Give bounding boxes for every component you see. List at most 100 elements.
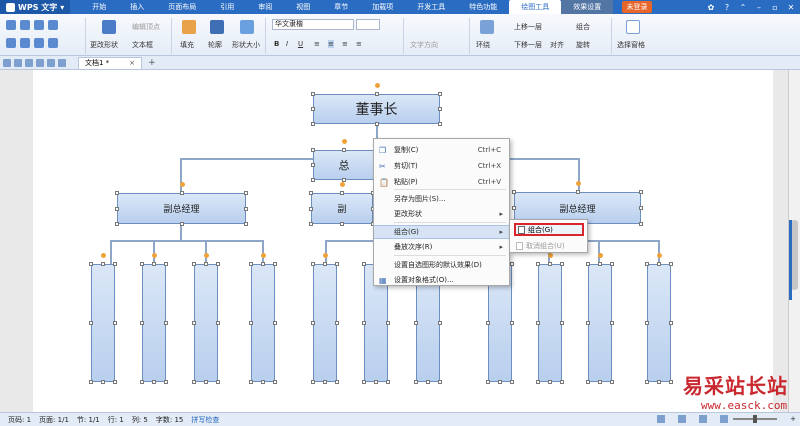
resize-handle[interactable] [340,191,344,195]
shapes-gallery[interactable] [4,18,86,54]
resize-handle[interactable] [204,262,208,266]
resize-handle[interactable] [438,92,442,96]
resize-handle[interactable] [560,262,564,266]
resize-handle[interactable] [598,262,602,266]
rotate-handle[interactable] [374,83,380,88]
curve-shape-icon[interactable] [48,20,58,30]
spell-check-button[interactable]: 拼写检查 [191,415,219,425]
resize-handle[interactable] [179,222,184,226]
rotate-handle[interactable] [575,181,581,186]
resize-handle[interactable] [486,321,490,325]
rotate-handle[interactable] [548,253,553,258]
shape-size-button[interactable]: 形状大小 [232,40,260,50]
resize-handle[interactable] [645,321,649,325]
resize-handle[interactable] [113,262,117,266]
resize-handle[interactable] [101,380,105,384]
resize-handle[interactable] [374,380,378,384]
fill-button[interactable]: 填充 [180,40,194,50]
text-direction-button[interactable]: 文字方向 [410,40,438,50]
resize-handle[interactable] [89,380,93,384]
resize-handle[interactable] [639,222,643,226]
resize-handle[interactable] [89,321,93,325]
resize-handle[interactable] [311,163,315,167]
resize-handle[interactable] [362,262,366,266]
resize-handle[interactable] [309,222,313,226]
context-menu-item[interactable]: 设置自选图形的默认效果(D) [374,258,509,272]
rotate-button[interactable]: 旋转 [576,40,590,50]
restore-icon[interactable]: ▫ [770,3,780,12]
vp-box-left[interactable]: 副总经理 [117,193,246,224]
menu-tab-8[interactable]: 开发工具 [405,0,457,14]
zoom-knob[interactable] [753,415,758,423]
resize-handle[interactable] [273,321,277,325]
resize-handle[interactable] [115,191,119,195]
resize-handle[interactable] [261,380,265,384]
resize-handle[interactable] [261,262,265,266]
menu-tab-1[interactable]: 插入 [118,0,156,14]
resize-handle[interactable] [669,321,673,325]
rotate-handle[interactable] [261,253,266,258]
resize-handle[interactable] [639,206,643,210]
resize-handle[interactable] [164,321,168,325]
resize-handle[interactable] [249,321,253,325]
redo-icon[interactable] [58,58,66,67]
rotate-handle[interactable] [342,139,347,144]
resize-handle[interactable] [113,321,117,325]
resize-handle[interactable] [374,122,379,126]
align-button[interactable]: 对齐 [550,40,564,50]
resize-handle[interactable] [669,380,673,384]
resize-handle[interactable] [204,380,208,384]
underline-icon[interactable]: U [298,40,303,48]
resize-handle[interactable] [192,321,196,325]
department-box[interactable] [647,264,671,382]
context-menu-item[interactable]: 更改形状 ▸ [374,207,509,221]
justify-icon[interactable]: ≡ [356,40,362,48]
submenu-ungroup-item[interactable]: 取消组合(U) [514,239,584,252]
resize-handle[interactable] [536,262,540,266]
close-icon[interactable]: ✕ [786,3,796,12]
resize-handle[interactable] [152,262,156,266]
document-tab[interactable]: 文档1 * × [78,56,143,69]
department-box[interactable] [251,264,275,382]
resize-handle[interactable] [586,380,590,384]
resize-handle[interactable] [645,380,649,384]
resize-handle[interactable] [342,148,346,152]
resize-handle[interactable] [610,262,614,266]
resize-handle[interactable] [244,222,248,226]
resize-handle[interactable] [164,262,168,266]
outline-button[interactable]: 轮廓 [208,40,222,50]
resize-handle[interactable] [311,122,315,126]
resize-handle[interactable] [610,380,614,384]
vertical-scrollbar[interactable] [788,70,800,412]
resize-handle[interactable] [426,380,430,384]
text-box-button[interactable]: 文本框 [132,40,153,50]
resize-handle[interactable] [249,262,253,266]
resize-handle[interactable] [309,206,313,211]
rotate-handle[interactable] [340,182,345,187]
menu-tab-5[interactable]: 视图 [284,0,322,14]
resize-handle[interactable] [273,262,277,266]
resize-handle[interactable] [244,206,248,211]
resize-handle[interactable] [669,262,673,266]
resize-handle[interactable] [335,380,339,384]
close-tab-icon[interactable]: × [129,59,135,67]
rotate-handle[interactable] [204,253,209,258]
minimize-icon[interactable]: – [754,3,764,12]
save-icon[interactable] [14,58,22,67]
resize-handle[interactable] [311,321,315,325]
menu-tab-0[interactable]: 开始 [80,0,118,14]
context-menu-item[interactable]: 另存为图片(S)... [374,192,509,206]
menu-tab-6[interactable]: 章节 [322,0,360,14]
context-menu-item[interactable]: ✂ 剪切(T) Ctrl+X [374,159,509,173]
shape-size-icon[interactable] [240,20,254,34]
minimize-ribbon-icon[interactable]: ⌃ [738,3,748,12]
zoom-in-icon[interactable]: + [790,415,796,423]
resize-handle[interactable] [115,222,119,226]
resize-handle[interactable] [560,321,564,325]
resize-handle[interactable] [179,191,184,195]
resize-handle[interactable] [657,380,661,384]
resize-handle[interactable] [438,122,442,126]
context-menu-item[interactable]: 📋 粘贴(P) Ctrl+V [374,175,509,189]
send-backward-button[interactable]: 下移一层 [514,40,542,50]
web-view-icon[interactable] [678,415,687,423]
